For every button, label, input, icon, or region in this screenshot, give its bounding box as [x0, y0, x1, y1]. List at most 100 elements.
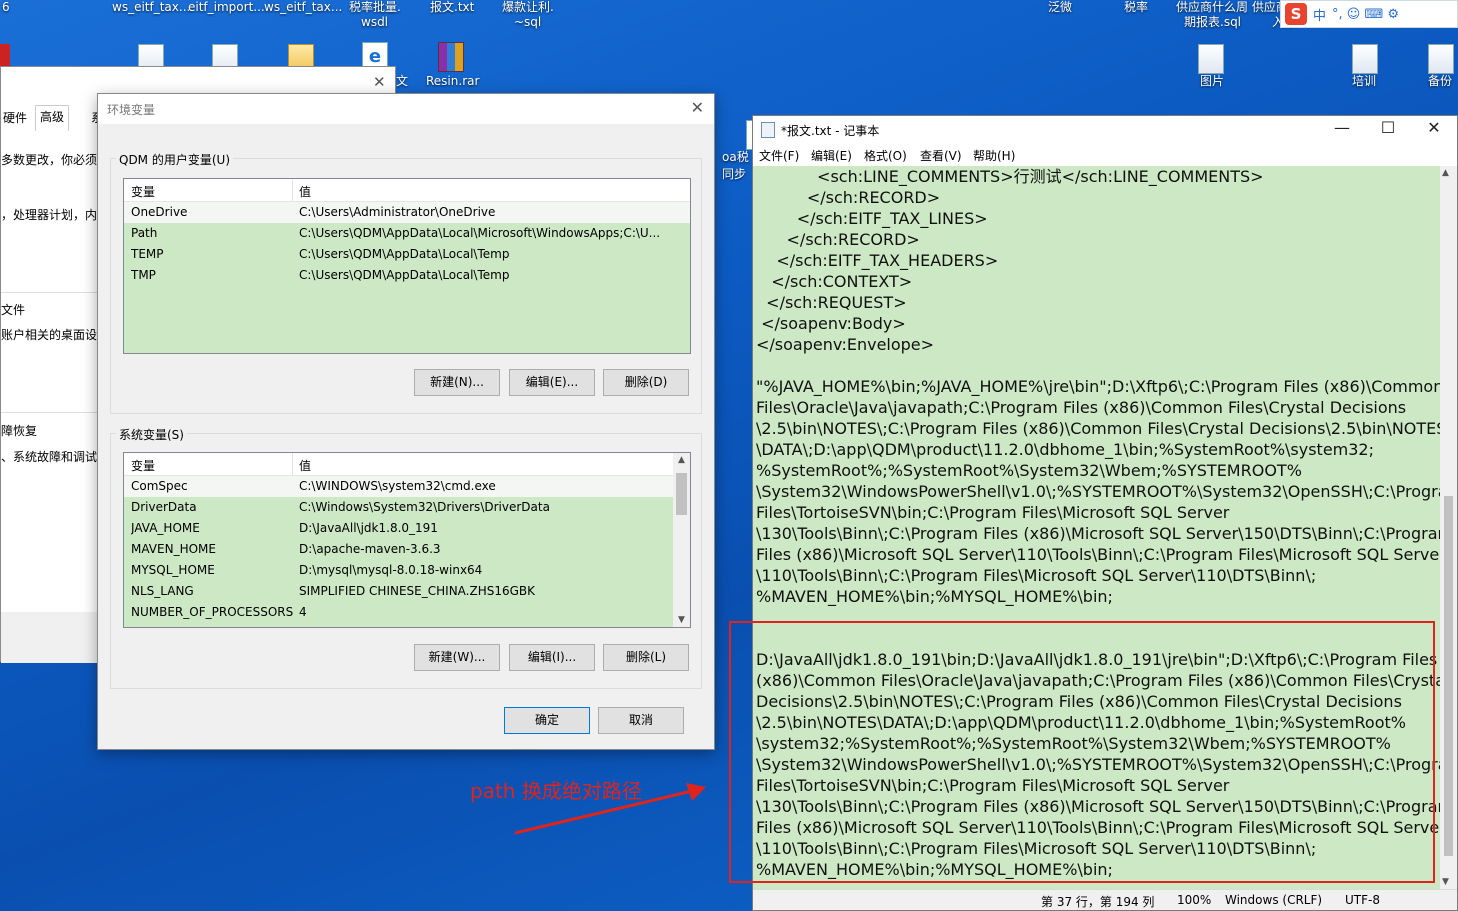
variable-value: C:\Users\QDM\AppData\Local\Temp — [299, 247, 510, 261]
column-header-value[interactable]: 值 — [299, 183, 311, 200]
table-row[interactable]: OneDrive C:\Users\Administrator\OneDrive — [124, 202, 690, 223]
description-text: ，处理器计划，内 — [1, 208, 98, 222]
user-edit-button[interactable]: 编辑(E)... — [509, 369, 595, 396]
scroll-up-icon[interactable]: ▲ — [673, 455, 690, 465]
table-row[interactable]: TMP C:\Users\QDM\AppData\Local\Temp — [124, 265, 690, 286]
system-edit-button[interactable]: 编辑(I)... — [509, 644, 595, 671]
desktop-label[interactable]: ~sql — [514, 15, 541, 30]
variable-name: JAVA_HOME — [131, 521, 200, 535]
desktop-label[interactable]: 备份 — [1428, 74, 1452, 89]
menu-bar: 文件(F) 编辑(E) 格式(O) 查看(V) 帮助(H) — [753, 144, 1457, 166]
line-ending: Windows (CRLF) — [1225, 893, 1323, 907]
folder-icon[interactable] — [1428, 44, 1454, 74]
description-text: 多数更改，你必须作 — [1, 153, 101, 167]
scroll-up-icon[interactable]: ▲ — [1442, 168, 1449, 178]
desktop-label[interactable]: oa税 — [722, 150, 749, 165]
table-row[interactable]: TEMP C:\Users\QDM\AppData\Local\Temp — [124, 244, 690, 265]
desktop-label[interactable]: 6 — [2, 0, 10, 15]
desktop-label[interactable]: 图片 — [1200, 74, 1224, 89]
menu-edit[interactable]: 编辑(E) — [811, 147, 852, 164]
sogou-icon[interactable]: S — [1285, 3, 1307, 25]
close-icon[interactable]: ✕ — [691, 98, 704, 117]
tab-hardware[interactable]: 硬件 — [0, 107, 31, 129]
desktop-label[interactable]: 供应商什么周 供应商 — [1176, 0, 1288, 15]
scrollbar-thumb[interactable] — [676, 473, 687, 515]
divider — [1, 412, 101, 413]
user-variables-list[interactable]: 变量 值 OneDrive C:\Users\Administrator\One… — [123, 178, 691, 354]
menu-view[interactable]: 查看(V) — [920, 147, 962, 164]
desktop-label[interactable]: Resin.rar — [426, 74, 479, 89]
system-delete-button[interactable]: 删除(L) — [603, 644, 689, 671]
table-row[interactable]: DriverData C:\Windows\System32\Drivers\D… — [124, 497, 690, 518]
variable-value: C:\Users\QDM\AppData\Local\Microsoft\Win… — [299, 226, 661, 240]
highlight-box — [729, 621, 1435, 883]
tab-advanced[interactable]: 高级 — [35, 105, 70, 131]
variable-value: C:\WINDOWS\system32\cmd.exe — [299, 479, 496, 493]
desktop-label[interactable]: eitf_import... — [188, 0, 265, 15]
variable-name: OneDrive — [131, 205, 188, 219]
list-header: 变量 值 — [124, 179, 690, 202]
image-folder-icon[interactable] — [1198, 44, 1224, 74]
scroll-down-icon[interactable]: ▼ — [1442, 877, 1449, 887]
desktop-label[interactable]: 培训 — [1352, 74, 1376, 89]
desktop-label[interactable]: ws_eitf_tax... — [264, 0, 342, 15]
dialog-title: 环境变量 — [107, 103, 156, 117]
user-variables-title: QDM 的用户变量(U) — [116, 151, 234, 168]
close-icon[interactable]: ✕ — [373, 73, 386, 91]
close-icon[interactable]: ✕ — [1411, 118, 1457, 137]
maximize-icon[interactable]: ☐ — [1365, 118, 1411, 137]
desktop-label[interactable]: 同步 — [722, 167, 746, 182]
column-header-value[interactable]: 值 — [299, 457, 311, 474]
desktop-label[interactable]: 爆款让利. — [502, 0, 554, 15]
column-header-variable[interactable]: 变量 — [131, 457, 155, 474]
user-new-button[interactable]: 新建(N)... — [414, 369, 500, 396]
editor-scrollbar[interactable]: ▲ ▼ — [1440, 166, 1457, 889]
table-row[interactable]: Path C:\Users\QDM\AppData\Local\Microsof… — [124, 223, 690, 244]
table-row[interactable]: ComSpec C:\WINDOWS\system32\cmd.exe — [124, 476, 673, 497]
system-new-button[interactable]: 新建(W)... — [414, 644, 500, 671]
ime-mode-label[interactable]: 中 — [1313, 5, 1326, 24]
variable-name: MAVEN_HOME — [131, 542, 216, 556]
notepad-titlebar: *报文.txt - 记事本 — ☐ ✕ — [753, 116, 1457, 144]
table-row[interactable]: MAVEN_HOME D:\apache-maven-3.6.3 — [124, 539, 690, 560]
table-row[interactable]: NUMBER_OF_PROCESSORS 4 — [124, 602, 690, 623]
minimize-icon[interactable]: — — [1319, 118, 1365, 137]
table-row[interactable]: MYSQL_HOME D:\mysql\mysql-8.0.18-winx64 — [124, 560, 690, 581]
table-row[interactable]: NLS_LANG SIMPLIFIED CHINESE_CHINA.ZHS16G… — [124, 581, 690, 602]
folder-icon[interactable] — [1352, 44, 1378, 74]
notepad-icon — [761, 122, 775, 138]
variable-name: NLS_LANG — [131, 584, 194, 598]
user-delete-button[interactable]: 删除(D) — [603, 369, 689, 396]
desktop-label[interactable]: 税率 — [1124, 0, 1148, 15]
cancel-button[interactable]: 取消 — [598, 707, 684, 734]
desktop-label[interactable]: 报文.txt — [430, 0, 474, 15]
system-list-scrollbar[interactable]: ▲ ▼ — [673, 453, 690, 627]
menu-help[interactable]: 帮助(H) — [973, 147, 1015, 164]
desktop-label[interactable]: 税率批量. — [349, 0, 401, 15]
scrollbar-thumb[interactable] — [1444, 496, 1453, 856]
list-header: 变量 值 — [124, 453, 673, 476]
menu-file[interactable]: 文件(F) — [759, 147, 799, 164]
variable-value: C:\Users\Administrator\OneDrive — [299, 205, 496, 219]
desktop-label[interactable]: 文 — [396, 74, 408, 89]
variable-value: D:\apache-maven-3.6.3 — [299, 542, 441, 556]
button-bar — [1, 612, 101, 663]
ime-toolbar[interactable]: S 中 °, ☺ ⌨ ⚙ — [1280, 0, 1458, 28]
variable-name: TMP — [131, 268, 156, 282]
environment-variables-dialog: 环境变量 ✕ QDM 的用户变量(U) 变量 值 OneDrive C:\Use… — [97, 93, 715, 750]
desktop-label[interactable]: 泛微 — [1048, 0, 1072, 15]
system-variables-list[interactable]: 变量 值 ComSpec C:\WINDOWS\system32\cmd.exe… — [123, 452, 691, 628]
desktop-label[interactable]: 期报表.sql — [1184, 15, 1241, 30]
section-heading: 障恢复 — [1, 424, 38, 438]
ok-button[interactable]: 确定 — [504, 707, 590, 734]
scroll-down-icon[interactable]: ▼ — [673, 615, 690, 625]
winrar-icon[interactable] — [438, 42, 464, 72]
column-header-variable[interactable]: 变量 — [131, 183, 155, 200]
variable-value: D:\mysql\mysql-8.0.18-winx64 — [299, 563, 483, 577]
menu-format[interactable]: 格式(O) — [864, 147, 907, 164]
cursor-position: 第 37 行，第 194 列 — [1041, 895, 1155, 909]
table-row[interactable]: JAVA_HOME D:\JavaAll\jdk1.8.0_191 — [124, 518, 690, 539]
desktop-label[interactable]: wsdl — [361, 15, 388, 30]
ime-tools-icon[interactable]: °, ☺ ⌨ ⚙ — [1332, 7, 1399, 22]
desktop-label[interactable]: ws_eitf_tax... — [112, 0, 190, 15]
